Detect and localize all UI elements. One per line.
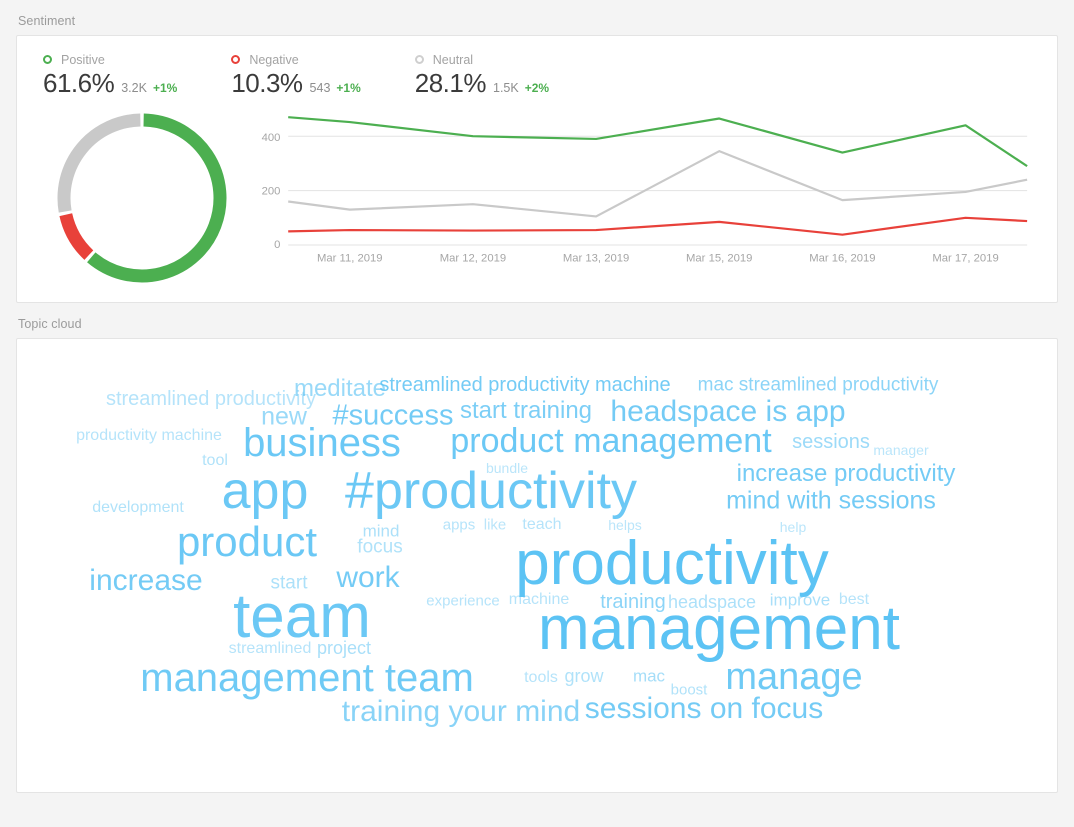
y-axis-tick-label: 400 xyxy=(262,132,281,144)
x-axis-tick-label: Mar 17, 2019 xyxy=(932,253,998,265)
topic-cloud-word[interactable]: development xyxy=(92,500,184,516)
topic-cloud-word[interactable]: mac streamlined productivity xyxy=(698,376,939,395)
stat-count: 1.5K xyxy=(493,81,519,95)
topic-cloud-word[interactable]: training your mind xyxy=(342,697,580,727)
topic-cloud-word[interactable]: mind with sessions xyxy=(726,488,936,514)
topic-cloud-word[interactable]: productivity machine xyxy=(76,428,222,444)
sentiment-charts: 0 200 400 Mar 11, 2019 Mar 12, 2019 Mar 13, 2… xyxy=(17,99,1057,294)
stat-label: Neutral xyxy=(432,52,474,67)
topic-cloud-word[interactable]: sessions on focus xyxy=(585,694,823,724)
topic-cloud-word[interactable]: streamlined productivity machine xyxy=(379,375,670,395)
topic-cloud-word[interactable]: product xyxy=(177,521,317,563)
stat-delta: +2% xyxy=(524,81,550,95)
topic-cloud-word[interactable]: tools xyxy=(524,670,558,686)
stat-label: Positive xyxy=(61,52,105,67)
sentiment-stats-row: Positive 61.6% 3.2K +1% Negative 10.3% 543 +1% N… xyxy=(17,36,1057,99)
donut-svg xyxy=(57,113,227,283)
topic-cloud-word[interactable]: sessions xyxy=(792,432,870,452)
topic-cloud-section-title: Topic cloud xyxy=(18,317,82,331)
topic-cloud-word[interactable]: manager xyxy=(873,443,928,457)
x-axis-tick-label: Mar 16, 2019 xyxy=(809,253,875,265)
x-axis-tick-label: Mar 15, 2019 xyxy=(686,253,752,265)
topic-cloud-word[interactable]: meditate xyxy=(294,377,386,401)
sentiment-stat-neutral: Neutral 28.1% 1.5K +2% xyxy=(414,52,550,99)
donut-segment-neutral[interactable] xyxy=(57,113,141,213)
stat-count: 3.2K xyxy=(121,81,147,95)
neutral-legend-dot-icon xyxy=(414,55,424,64)
topic-cloud-word[interactable]: app xyxy=(222,465,309,517)
donut-segment-negative[interactable] xyxy=(59,213,94,260)
topic-cloud-word[interactable]: #productivity xyxy=(345,465,637,517)
topic-cloud-card: streamlined productivity meditate streamli… xyxy=(16,338,1058,793)
dashboard-page: Sentiment Positive 61.6% 3.2K +1% Negative 10… xyxy=(0,0,1074,827)
topic-cloud: streamlined productivity meditate streamli… xyxy=(17,339,1057,792)
stat-percent: 28.1% xyxy=(414,68,487,98)
stat-percent: 61.6% xyxy=(43,68,115,98)
topic-cloud-word[interactable]: manage xyxy=(725,658,862,696)
topic-cloud-word[interactable]: streamlined xyxy=(229,641,312,657)
topic-cloud-word[interactable]: productivity xyxy=(515,533,829,595)
topic-cloud-word[interactable]: like xyxy=(484,518,507,533)
topic-cloud-word[interactable]: management xyxy=(538,598,900,660)
topic-cloud-word[interactable]: focus xyxy=(357,538,402,557)
stat-percent: 10.3% xyxy=(231,68,303,98)
sentiment-stat-positive: Positive 61.6% 3.2K +1% xyxy=(43,52,177,99)
topic-cloud-word[interactable]: experience xyxy=(426,594,499,609)
line-chart-labels: 0 200 400 Mar 11, 2019 Mar 12, 2019 Mar 13, 2… xyxy=(262,132,999,265)
topic-cloud-word[interactable]: product management xyxy=(450,424,771,458)
donut-segment-positive[interactable] xyxy=(87,113,227,283)
topic-cloud-word[interactable]: start training xyxy=(460,399,592,423)
stat-count: 543 xyxy=(309,81,331,95)
sentiment-card: Positive 61.6% 3.2K +1% Negative 10.3% 543 +1% N… xyxy=(16,35,1058,303)
y-axis-tick-label: 200 xyxy=(262,185,281,197)
stat-delta: +1% xyxy=(336,81,361,95)
topic-cloud-word[interactable]: increase productivity xyxy=(737,462,956,486)
x-axis-tick-label: Mar 11, 2019 xyxy=(317,253,383,265)
sentiment-donut-chart[interactable] xyxy=(49,105,235,291)
stat-delta: +1% xyxy=(152,81,178,95)
sentiment-section-title: Sentiment xyxy=(18,14,76,28)
topic-cloud-word[interactable]: apps xyxy=(443,518,476,533)
topic-cloud-word[interactable]: management team xyxy=(140,658,474,698)
sentiment-line-chart[interactable]: 0 200 400 Mar 11, 2019 Mar 12, 2019 Mar 13, 2… xyxy=(249,99,1033,279)
sentiment-stat-negative: Negative 10.3% 543 +1% xyxy=(231,52,361,99)
x-axis-tick-label: Mar 13, 2019 xyxy=(563,253,629,265)
topic-cloud-word[interactable]: project xyxy=(317,639,371,657)
topic-cloud-word[interactable]: business xyxy=(243,423,401,463)
topic-cloud-word[interactable]: increase xyxy=(89,566,202,596)
stat-label: Negative xyxy=(249,52,299,67)
negative-legend-dot-icon xyxy=(231,55,241,64)
positive-legend-dot-icon xyxy=(43,55,52,64)
topic-cloud-word[interactable]: mac xyxy=(633,668,665,685)
topic-cloud-word[interactable]: grow xyxy=(564,667,603,685)
y-axis-tick-label: 0 xyxy=(274,239,280,251)
x-axis-tick-label: Mar 12, 2019 xyxy=(440,253,506,265)
